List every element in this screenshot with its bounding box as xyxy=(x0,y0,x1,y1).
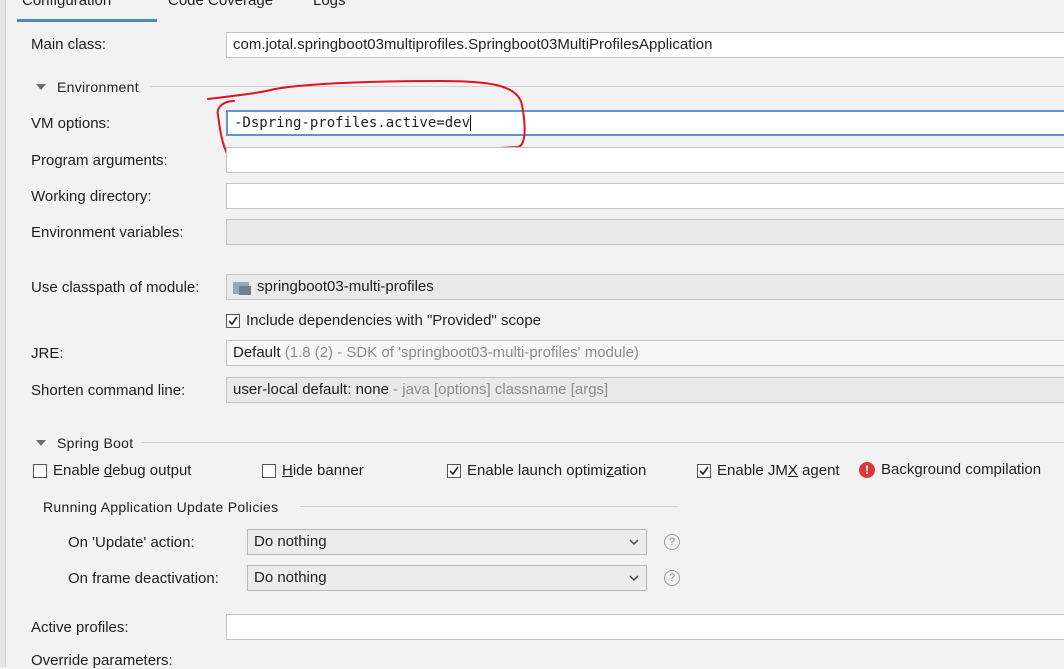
on-frame-value: Do nothing xyxy=(254,569,327,586)
checkmark-icon xyxy=(699,466,709,475)
tab-bar: Configuration Code Coverage Logs xyxy=(5,0,1064,22)
chevron-down-icon xyxy=(629,539,639,546)
environment-variables-field[interactable] xyxy=(226,219,1064,245)
error-circle-icon[interactable]: ! xyxy=(859,461,875,478)
vm-options-label: VM options: xyxy=(31,115,111,132)
main-class-field[interactable]: com.jotal.springboot03multiprofiles.Spri… xyxy=(226,32,1064,58)
left-edge-strip xyxy=(0,0,6,667)
include-provided-row[interactable]: Include dependencies with "Provided" sco… xyxy=(226,312,541,329)
shorten-command-detail: - java [options] classname [args] xyxy=(393,381,609,398)
folder-module-icon xyxy=(233,280,251,295)
include-provided-checkbox[interactable] xyxy=(226,313,240,328)
enable-debug-label: Enable debug output xyxy=(53,462,192,479)
hide-banner-row[interactable]: Hide banner xyxy=(262,462,364,479)
jre-label: JRE: xyxy=(31,345,64,362)
on-update-help-icon[interactable]: ? xyxy=(664,534,680,550)
on-update-label: On 'Update' action: xyxy=(68,534,195,551)
tab-code-coverage[interactable]: Code Coverage xyxy=(168,0,273,9)
main-class-label: Main class: xyxy=(31,36,107,53)
tab-logs[interactable]: Logs xyxy=(313,0,346,9)
enable-debug-checkbox[interactable] xyxy=(33,463,47,478)
shorten-command-select[interactable]: user-local default: none - java [options… xyxy=(226,377,1064,403)
environment-collapse-icon[interactable] xyxy=(36,84,46,90)
on-update-value: Do nothing xyxy=(254,533,327,550)
classpath-module-select[interactable]: springboot03-multi-profiles xyxy=(226,274,1064,300)
override-parameters-label: Override parameters: xyxy=(31,652,173,669)
background-compilation-row: ! Background compilation xyxy=(859,461,1041,478)
enable-debug-row[interactable]: Enable debug output xyxy=(33,462,191,479)
shorten-command-value: user-local default: none xyxy=(233,381,389,398)
jre-field[interactable]: Default (1.8 (2) - SDK of 'springboot03-… xyxy=(226,340,1064,366)
update-policies-separator xyxy=(300,506,678,507)
environment-variables-label: Environment variables: xyxy=(31,224,184,241)
on-frame-select[interactable]: Do nothing xyxy=(247,565,647,591)
jmx-agent-label: Enable JMX agent xyxy=(717,462,840,479)
active-profiles-label: Active profiles: xyxy=(31,619,129,636)
on-update-select[interactable]: Do nothing xyxy=(247,529,647,555)
shorten-command-label: Shorten command line: xyxy=(31,382,186,399)
spring-boot-section-title: Spring Boot xyxy=(57,435,142,451)
program-arguments-field[interactable] xyxy=(226,147,1064,173)
on-frame-label: On frame deactivation: xyxy=(68,570,219,587)
working-directory-field[interactable] xyxy=(226,183,1064,209)
jre-detail: (1.8 (2) - SDK of 'springboot03-multi-pr… xyxy=(284,344,639,361)
checkmark-icon xyxy=(449,466,459,475)
launch-optimization-checkbox[interactable] xyxy=(447,463,461,478)
include-provided-label: Include dependencies with "Provided" sco… xyxy=(246,312,542,329)
update-policies-title: Running Application Update Policies xyxy=(43,499,287,515)
spring-boot-collapse-icon[interactable] xyxy=(36,440,46,446)
jmx-agent-checkbox[interactable] xyxy=(697,463,711,478)
launch-optimization-row[interactable]: Enable launch optimization xyxy=(447,462,646,479)
on-frame-help-icon[interactable]: ? xyxy=(664,570,680,586)
spring-boot-separator xyxy=(140,442,1064,443)
launch-optimization-label: Enable launch optimization xyxy=(467,462,647,479)
jre-value: Default xyxy=(233,344,281,361)
active-tab-indicator xyxy=(17,19,157,22)
working-directory-label: Working directory: xyxy=(31,188,152,205)
background-compilation-label: Background compilation xyxy=(881,461,1042,478)
checkmark-icon xyxy=(228,316,238,325)
hide-banner-label: Hide banner xyxy=(282,462,364,479)
hide-banner-checkbox[interactable] xyxy=(262,463,276,478)
classpath-module-value: springboot03-multi-profiles xyxy=(257,278,434,295)
environment-section-title: Environment xyxy=(57,79,147,95)
tab-configuration[interactable]: Configuration xyxy=(22,0,111,9)
classpath-module-label: Use classpath of module: xyxy=(31,279,200,296)
chevron-down-icon xyxy=(629,575,639,582)
active-profiles-field[interactable] xyxy=(226,614,1064,640)
jmx-agent-row[interactable]: Enable JMX agent xyxy=(697,462,840,479)
program-arguments-label: Program arguments: xyxy=(31,152,168,169)
